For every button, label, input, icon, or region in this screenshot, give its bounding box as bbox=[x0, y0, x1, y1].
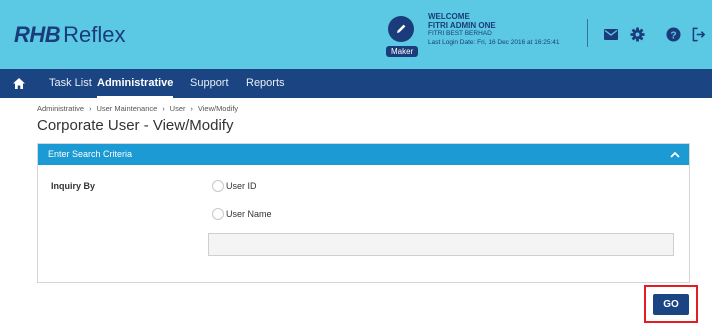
user-name-option[interactable]: User Name bbox=[212, 208, 272, 220]
chevron-up-icon[interactable] bbox=[669, 148, 681, 160]
user-name-label[interactable]: User Name bbox=[226, 209, 272, 219]
last-login: Last Login Date: Fri, 16 Dec 2016 at 16:… bbox=[428, 38, 560, 46]
breadcrumb-administrative[interactable]: Administrative bbox=[37, 104, 84, 113]
home-icon[interactable] bbox=[12, 77, 26, 90]
nav-support[interactable]: Support bbox=[190, 69, 229, 98]
logout-icon[interactable] bbox=[691, 26, 707, 42]
svg-text:?: ? bbox=[670, 30, 676, 41]
main-navbar: Task List Administrative Support Reports bbox=[0, 69, 712, 98]
inquiry-by-label: Inquiry By bbox=[51, 181, 96, 191]
nav-task-list[interactable]: Task List bbox=[49, 69, 92, 98]
panel-title: Enter Search Criteria bbox=[48, 149, 133, 159]
panel-header[interactable]: Enter Search Criteria bbox=[38, 144, 689, 165]
company-name: FITRI BEST BERHAD bbox=[428, 30, 492, 37]
search-criteria-panel: Enter Search Criteria Inquiry By User ID… bbox=[37, 143, 690, 283]
breadcrumb: Administrative › User Maintenance › User › Vie… bbox=[37, 104, 238, 113]
breadcrumb-user[interactable]: User bbox=[170, 104, 186, 113]
welcome-block: WELCOME FITRI ADMIN ONE FITRI BEST BERHA… bbox=[428, 12, 560, 47]
breadcrumb-separator-icon: › bbox=[89, 106, 92, 113]
user-id-option[interactable]: User ID bbox=[212, 180, 257, 192]
top-header: RHB Reflex Maker WELCOME FITRI ADMIN ONE… bbox=[0, 0, 712, 69]
logo-rhb-text: RHB bbox=[14, 22, 61, 47]
nav-reports[interactable]: Reports bbox=[246, 69, 285, 98]
edit-pencil-icon[interactable] bbox=[388, 16, 414, 42]
role-badge: Maker bbox=[386, 46, 419, 57]
user-name: FITRI ADMIN ONE bbox=[428, 20, 496, 30]
page-title: Corporate User - View/Modify bbox=[37, 117, 234, 134]
nav-administrative[interactable]: Administrative bbox=[97, 69, 174, 98]
breadcrumb-user-maintenance[interactable]: User Maintenance bbox=[96, 104, 157, 113]
rhb-reflex-logo: RHB Reflex bbox=[14, 22, 126, 48]
help-icon[interactable]: ? bbox=[665, 26, 681, 42]
user-id-label[interactable]: User ID bbox=[226, 181, 257, 191]
go-button-highlight bbox=[644, 285, 698, 323]
search-input[interactable] bbox=[208, 233, 674, 256]
user-name-radio[interactable] bbox=[212, 208, 224, 220]
breadcrumb-view-modify: View/Modify bbox=[197, 104, 239, 113]
mail-icon[interactable] bbox=[603, 26, 619, 42]
gear-icon[interactable] bbox=[629, 26, 645, 42]
breadcrumb-separator-icon: › bbox=[162, 106, 165, 113]
header-divider bbox=[587, 19, 588, 47]
breadcrumb-separator-icon: › bbox=[190, 106, 193, 113]
logo-reflex-text: Reflex bbox=[63, 22, 126, 47]
user-id-radio[interactable] bbox=[212, 180, 224, 192]
